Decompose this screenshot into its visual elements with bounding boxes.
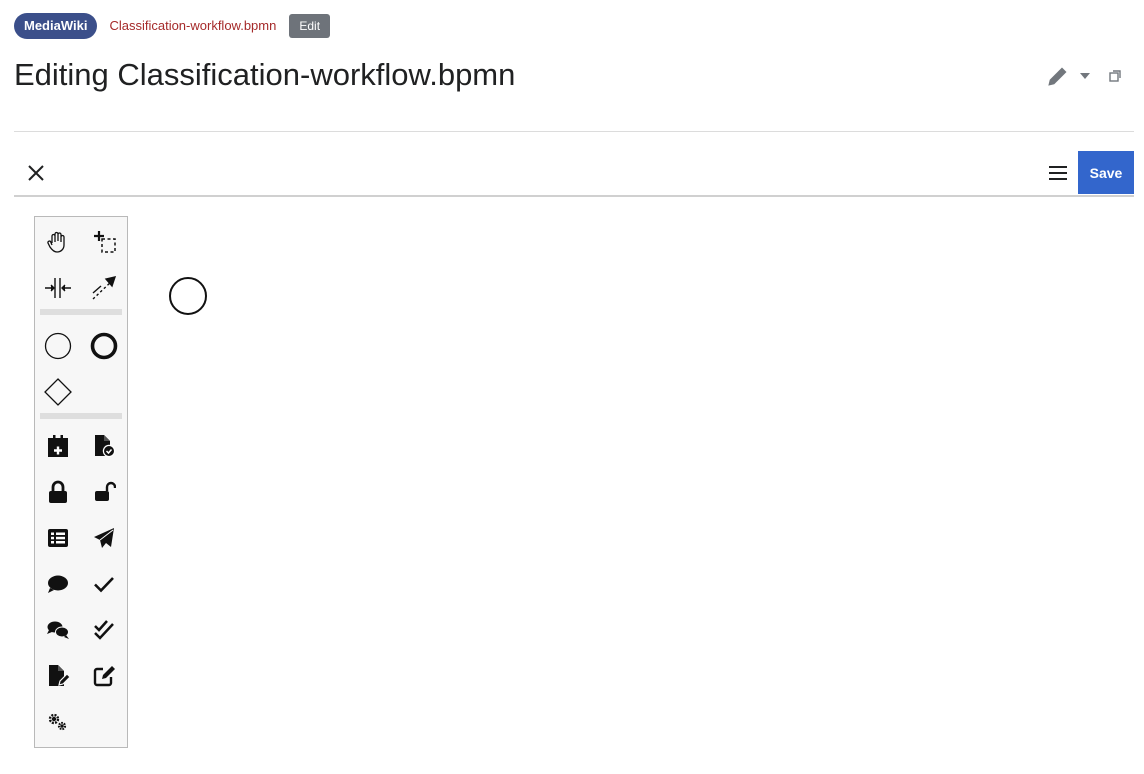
list-icon[interactable]	[42, 522, 74, 554]
start-event-icon[interactable]	[42, 330, 74, 362]
calendar-plus-icon[interactable]	[42, 430, 74, 462]
unlock-icon[interactable]	[88, 476, 120, 508]
gateway-icon[interactable]	[42, 376, 74, 408]
edit-mode-badge: Edit	[289, 13, 331, 38]
save-button[interactable]: Save	[1078, 151, 1134, 194]
paper-plane-icon[interactable]	[88, 522, 120, 554]
bpmn-canvas[interactable]	[128, 200, 1144, 774]
file-edit-icon[interactable]	[42, 660, 74, 692]
hamburger-menu-icon[interactable]	[1046, 161, 1070, 185]
lasso-tool-icon[interactable]	[88, 226, 120, 258]
popout-icon[interactable]	[1108, 69, 1122, 88]
mediawiki-badge[interactable]: MediaWiki	[14, 12, 98, 39]
bpmn-palette	[34, 216, 128, 748]
close-icon[interactable]	[24, 161, 48, 185]
breadcrumb: MediaWiki Classification-workflow.bpmn E…	[14, 12, 331, 39]
check-double-icon[interactable]	[88, 614, 120, 646]
title-divider	[14, 131, 1134, 132]
editor-toolbar: Save	[14, 151, 1134, 197]
title-tools	[1046, 64, 1122, 93]
comments-icon[interactable]	[42, 614, 74, 646]
comment-icon[interactable]	[42, 568, 74, 600]
edit-square-icon[interactable]	[88, 660, 120, 692]
file-check-icon[interactable]	[88, 430, 120, 462]
page-title: Editing Classification-workflow.bpmn	[14, 57, 516, 92]
cogs-icon[interactable]	[42, 706, 74, 738]
dropdown-caret-icon[interactable]	[1078, 69, 1092, 88]
check-icon[interactable]	[88, 568, 120, 600]
hand-tool-icon[interactable]	[42, 226, 74, 258]
page-link[interactable]: Classification-workflow.bpmn	[109, 18, 276, 33]
pencil-icon[interactable]	[1046, 64, 1070, 93]
start-event[interactable]	[169, 277, 207, 320]
global-connect-icon[interactable]	[88, 272, 120, 304]
lock-icon[interactable]	[42, 476, 74, 508]
palette-separator	[40, 309, 122, 315]
end-event-icon[interactable]	[88, 330, 120, 362]
palette-separator	[40, 413, 122, 419]
space-tool-icon[interactable]	[42, 272, 74, 304]
